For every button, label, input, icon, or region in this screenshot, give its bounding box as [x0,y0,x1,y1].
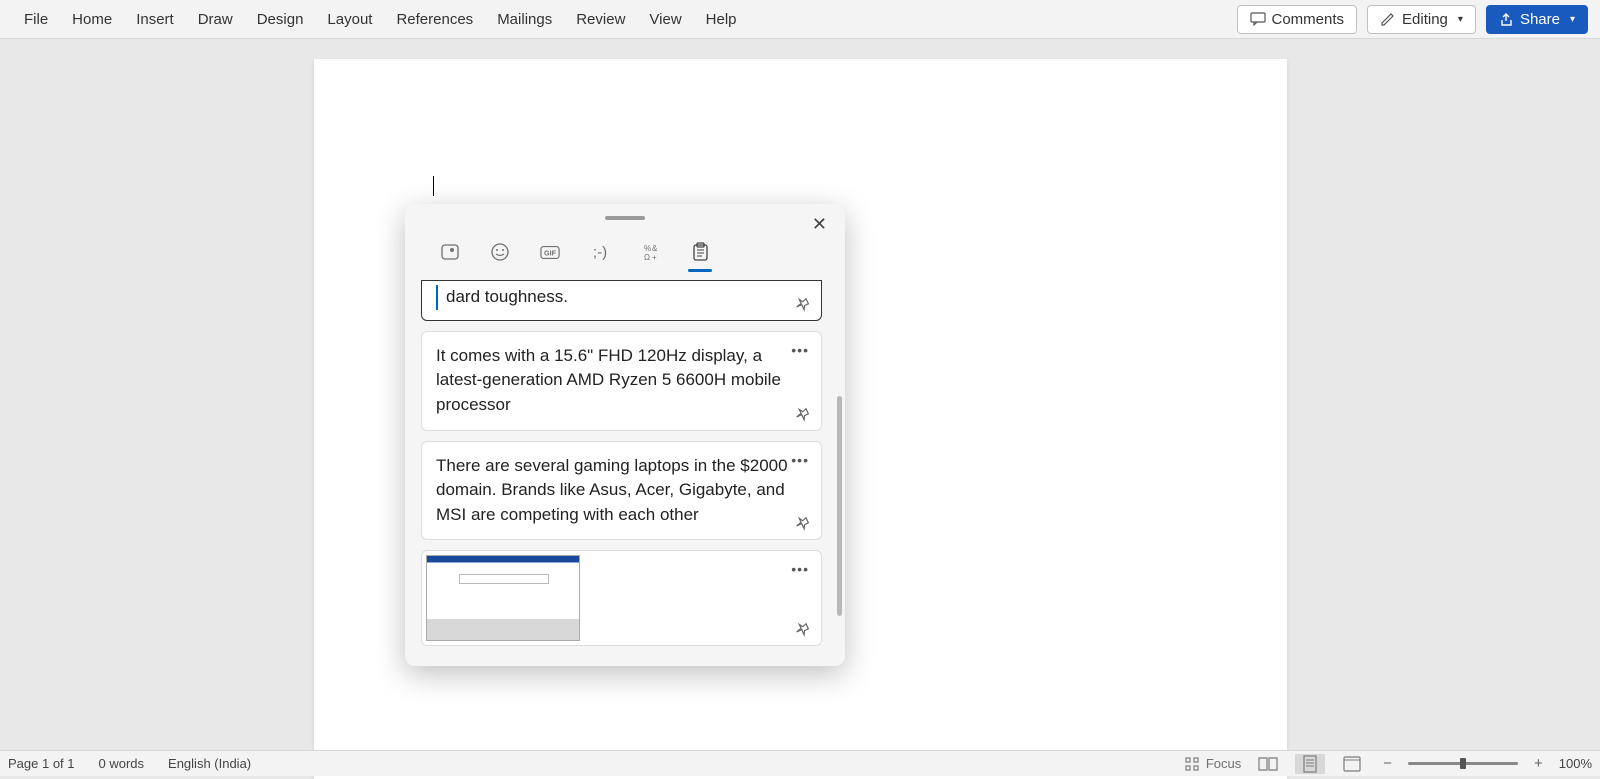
pin-icon[interactable] [795,296,811,312]
pin-icon[interactable] [795,406,811,422]
read-mode-button[interactable] [1253,754,1283,774]
menu-insert[interactable]: Insert [124,3,186,36]
clipboard-icon [692,242,709,262]
clipboard-text: It comes with a 15.6" FHD 120Hz display,… [436,344,807,418]
menu-left: File Home Insert Draw Design Layout Refe… [12,3,749,36]
panel-header[interactable]: ✕ [405,204,845,232]
recent-tab[interactable] [440,242,460,262]
menu-references[interactable]: References [384,3,485,36]
print-layout-button[interactable] [1295,754,1325,774]
svg-text:GIF: GIF [544,248,557,257]
status-left: Page 1 of 1 0 words English (India) [8,756,251,771]
emoji-icon [490,242,510,262]
emoji-panel: ✕ GIF ;-) %&Ω+ dard toughness. It come [405,204,845,666]
panel-tabs: GIF ;-) %&Ω+ [405,232,845,268]
comments-button[interactable]: Comments [1237,5,1358,34]
kaomoji-icon: ;-) [593,244,607,261]
status-bar: Page 1 of 1 0 words English (India) Focu… [0,750,1600,776]
menu-bar: File Home Insert Draw Design Layout Refe… [0,0,1600,39]
zoom-slider[interactable] [1408,762,1518,765]
read-mode-icon [1258,757,1278,771]
recent-icon [440,242,460,262]
menu-help[interactable]: Help [694,3,749,36]
pin-icon[interactable] [795,621,811,637]
focus-icon [1184,756,1200,772]
svg-text:%: % [644,244,651,253]
web-layout-button[interactable] [1337,754,1367,774]
zoom-out-button[interactable]: − [1379,755,1396,772]
clipboard-list: dard toughness. It comes with a 15.6" FH… [405,268,845,658]
gif-tab[interactable]: GIF [540,242,560,262]
panel-drag-handle[interactable] [605,216,645,220]
clipboard-item[interactable]: It comes with a 15.6" FHD 120Hz display,… [421,331,822,431]
zoom-in-button[interactable]: + [1530,755,1547,772]
chevron-down-icon: ▾ [1458,14,1463,25]
menu-layout[interactable]: Layout [315,3,384,36]
svg-text:&: & [652,244,658,253]
share-button[interactable]: Share ▾ [1486,5,1588,34]
emoji-tab[interactable] [490,242,510,262]
more-icon[interactable]: ••• [791,559,809,579]
zoom-percent[interactable]: 100% [1559,756,1592,771]
page-info[interactable]: Page 1 of 1 [8,756,75,771]
comment-icon [1250,12,1266,26]
symbols-icon: %&Ω+ [640,242,660,262]
clipboard-tab[interactable] [690,242,710,262]
web-layout-icon [1343,756,1361,772]
menu-review[interactable]: Review [564,3,637,36]
svg-text:Ω: Ω [644,253,650,262]
close-icon[interactable]: ✕ [806,212,833,237]
menu-draw[interactable]: Draw [186,3,245,36]
focus-button[interactable]: Focus [1184,754,1241,774]
kaomoji-tab[interactable]: ;-) [590,242,610,262]
clipboard-item[interactable]: There are several gaming laptops in the … [421,441,822,541]
print-layout-icon [1302,755,1318,773]
clipboard-text: dard toughness. [436,285,807,310]
menu-view[interactable]: View [637,3,693,36]
clipboard-item[interactable]: ••• [421,550,822,646]
symbols-tab[interactable]: %&Ω+ [640,242,660,262]
status-right: Focus − + 100% [1184,754,1592,774]
clipboard-text: There are several gaming laptops in the … [436,454,807,528]
language[interactable]: English (India) [168,756,251,771]
chevron-down-icon: ▾ [1570,14,1575,25]
svg-text:+: + [652,253,657,262]
share-label: Share [1520,11,1560,28]
text-cursor [433,176,434,196]
focus-label: Focus [1206,756,1241,771]
menu-mailings[interactable]: Mailings [485,3,564,36]
editing-label: Editing [1402,11,1448,28]
pencil-icon [1380,11,1396,27]
menu-design[interactable]: Design [245,3,316,36]
zoom-slider-thumb[interactable] [1460,758,1466,769]
menu-home[interactable]: Home [60,3,124,36]
editing-button[interactable]: Editing ▾ [1367,5,1476,34]
more-icon[interactable]: ••• [791,340,809,360]
menu-right: Comments Editing ▾ Share ▾ [1237,5,1589,34]
share-icon [1499,12,1514,27]
panel-scrollbar[interactable] [837,396,842,616]
clipboard-image-thumb [426,555,580,641]
menu-file[interactable]: File [12,3,60,36]
pin-icon[interactable] [795,515,811,531]
gif-icon: GIF [540,245,560,260]
word-count[interactable]: 0 words [99,756,145,771]
clipboard-item[interactable]: dard toughness. [421,280,822,321]
more-icon[interactable]: ••• [791,450,809,470]
comments-label: Comments [1272,11,1345,28]
